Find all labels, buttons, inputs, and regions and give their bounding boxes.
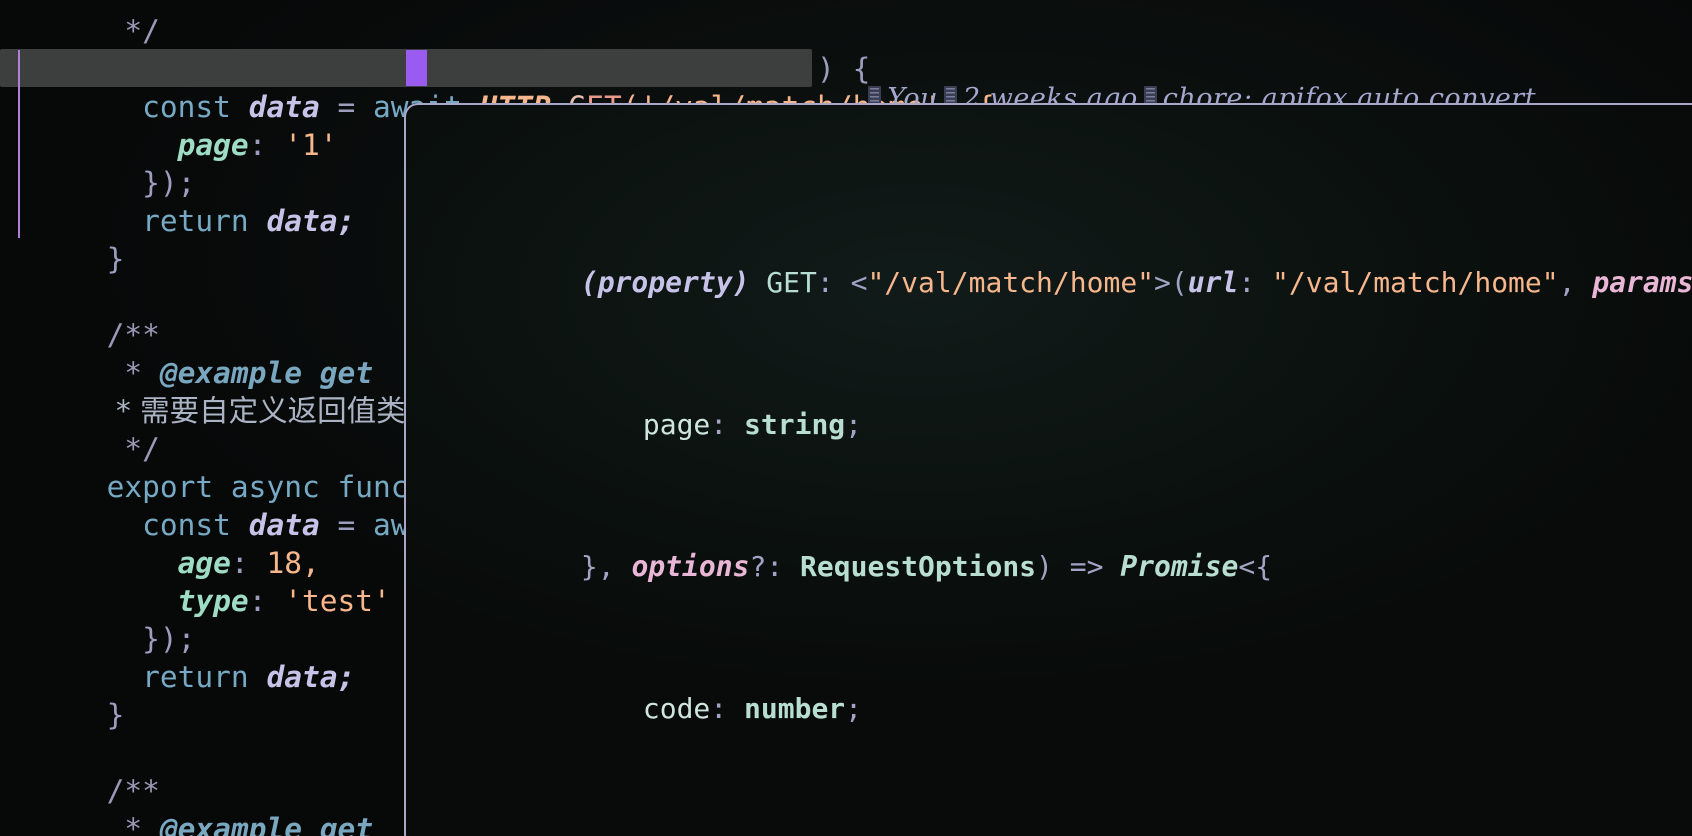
code-token-return: return: [142, 204, 249, 238]
code-token-type-value: 'test': [284, 584, 391, 618]
code-token-return: return: [142, 660, 249, 694]
tooltip-token-url-param: url: [1187, 266, 1239, 299]
tooltip-token-colon: :: [1238, 266, 1256, 299]
tooltip-token-options-param: options: [631, 550, 750, 583]
code-line: * @example get: [0, 316, 373, 390]
code-line: type: 'test': [0, 544, 391, 618]
code-token-brace-close: }: [106, 242, 125, 276]
code-token-equals: =: [337, 508, 356, 542]
tooltip-token-route-string: "/val/match/home": [1272, 266, 1559, 299]
tooltip-token-colon: :: [710, 692, 728, 725]
tooltip-token-params-param: params: [1592, 266, 1692, 299]
tooltip-type-number: number: [744, 692, 846, 725]
code-token-brace-close: }: [106, 698, 125, 732]
code-line: * 需要自定义返回值类型的: [0, 354, 465, 428]
code-token-colon: :: [248, 128, 285, 162]
tooltip-token-get: GET: [766, 266, 817, 299]
hover-type-tooltip: (property) GET: <"/val/match/home">(url:…: [404, 103, 1692, 836]
tooltip-token-brace-open: {: [1255, 550, 1273, 583]
code-token-page-value: '1': [284, 128, 338, 162]
code-token-equals: =: [337, 90, 356, 124]
code-token-data-semi: data;: [266, 660, 356, 694]
code-line: */: [0, 0, 160, 48]
tooltip-token-generic-close: >(: [1154, 266, 1188, 299]
code-line: */: [0, 392, 160, 466]
tooltip-token-colon: :: [816, 266, 834, 299]
code-token-data: data: [248, 90, 320, 124]
tooltip-token-arrow: =>: [1069, 550, 1104, 583]
indent-guide: [18, 50, 20, 238]
tooltip-type-request-options: RequestOptions: [800, 550, 1037, 583]
tooltip-type-string: string: [744, 408, 846, 441]
code-token-data-semi: data;: [266, 204, 356, 238]
code-line: export async function getListExampleTwo(…: [0, 12, 871, 86]
code-line: }: [0, 658, 125, 732]
tooltip-token-property-label: (property): [580, 266, 750, 299]
tooltip-line: (property) GET: <"/val/match/home">(url:…: [580, 266, 1692, 299]
code-line: * @example get: [0, 772, 373, 836]
code-line: return data;: [0, 620, 355, 694]
code-line: /**: [0, 734, 160, 808]
tooltip-token-colon: :: [710, 408, 728, 441]
tooltip-type-promise: Promise: [1120, 550, 1239, 583]
code-token-colon: :: [248, 584, 285, 618]
tooltip-line: msg: string;: [446, 798, 1692, 836]
tooltip-line: page: string;: [642, 408, 863, 441]
tooltip-field-page: page: [642, 408, 711, 441]
tooltip-line: code: number;: [642, 692, 863, 725]
code-line: return data;: [0, 164, 355, 238]
code-line: * 通过 react-query 传入: [0, 810, 448, 836]
tooltip-token-optional: ?:: [749, 550, 784, 583]
tooltip-signature-body: (property) GET: <"/val/match/home">(url:…: [406, 105, 1692, 836]
tooltip-line: }, options?: RequestOptions) => Promise<…: [580, 550, 1273, 583]
code-line: });: [0, 582, 195, 656]
tooltip-field-code: code: [642, 692, 711, 725]
code-line: age: 18,: [0, 506, 320, 580]
code-token-const: const: [142, 90, 231, 124]
tooltip-token-route-string: "/val/match/home": [867, 266, 1155, 299]
code-line: /**: [0, 278, 160, 352]
tooltip-token-generic-open: <: [850, 266, 868, 299]
editor-window: */ export async function getListExampleT…: [0, 0, 1692, 836]
